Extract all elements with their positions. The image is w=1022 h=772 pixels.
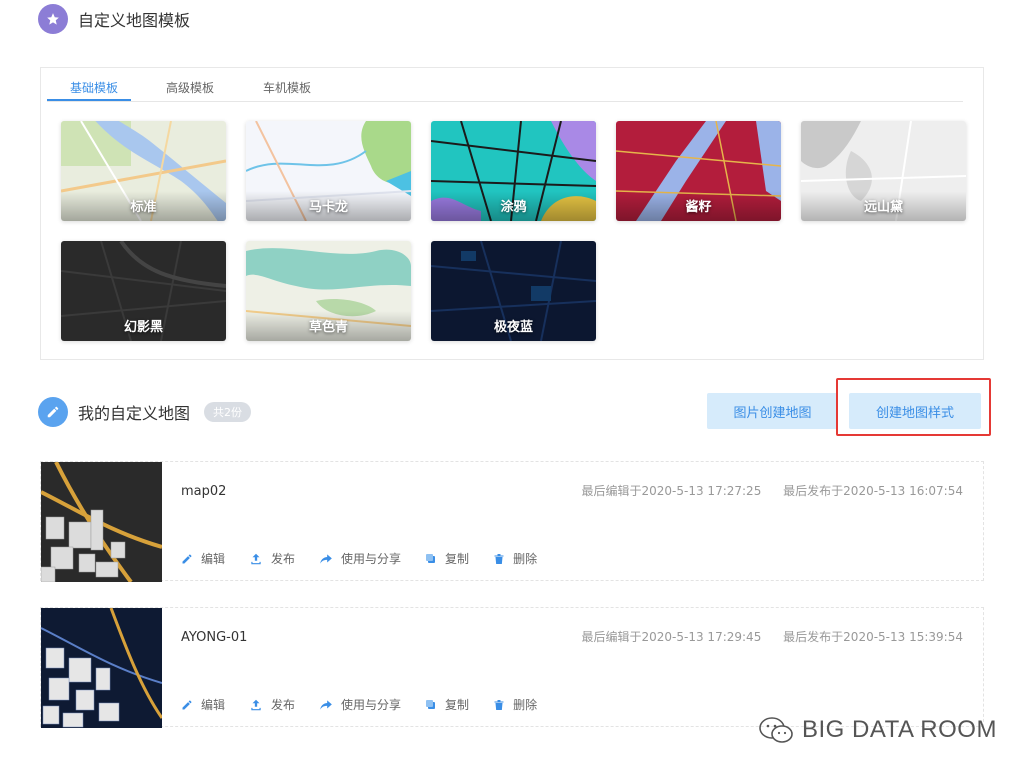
action-label: 发布 <box>271 698 296 712</box>
publish-button[interactable]: 发布 <box>249 550 295 567</box>
star-icon <box>38 4 68 34</box>
template-tabs: 基础模板 高级模板 车机模板 <box>47 68 963 102</box>
pencil-icon <box>182 554 192 563</box>
tab-advanced[interactable]: 高级模板 <box>166 79 214 96</box>
template-macaron[interactable]: 马卡龙 <box>246 121 411 221</box>
map-name[interactable]: AYONG-01 <box>181 630 247 645</box>
template-label: 远山黛 <box>863 200 903 215</box>
templates-panel: 基础模板 高级模板 车机模板 标准 马卡龙 涂鸦 酱籽 远山黛 幻影黑 草色青 … <box>40 67 984 360</box>
template-label: 酱籽 <box>685 200 712 215</box>
upload-icon <box>251 699 261 710</box>
last-edit-time: 最后编辑于2020-5-13 17:27:25 <box>581 484 762 498</box>
tab-car[interactable]: 车机模板 <box>263 79 311 96</box>
template-label: 涂鸦 <box>500 200 527 215</box>
template-polar-night-blue[interactable]: 极夜蓝 <box>431 241 596 341</box>
template-label: 标准 <box>130 200 157 215</box>
template-label: 草色青 <box>308 320 348 335</box>
map-actions: 编辑 发布 使用与分享 复制 删除 <box>181 696 561 713</box>
template-graffiti[interactable]: 涂鸦 <box>431 121 596 221</box>
watermark-text: BIG DATA ROOM <box>802 716 997 743</box>
tab-basic[interactable]: 基础模板 <box>70 79 118 96</box>
wechat-icon <box>759 717 793 743</box>
trash-icon <box>494 699 504 710</box>
action-label: 编辑 <box>201 552 226 566</box>
action-label: 使用与分享 <box>341 698 402 712</box>
copy-button[interactable]: 复制 <box>425 696 469 713</box>
delete-button[interactable]: 删除 <box>493 550 537 567</box>
active-tab-indicator <box>47 99 131 101</box>
my-maps-header: 我的自定义地图 共2份 <box>38 397 252 427</box>
copy-icon <box>426 699 436 709</box>
last-publish-time: 最后发布于2020-5-13 16:07:54 <box>783 484 963 498</box>
my-maps-title: 我的自定义地图 <box>78 404 191 423</box>
publish-button[interactable]: 发布 <box>249 696 295 713</box>
edit-button[interactable]: 编辑 <box>181 550 225 567</box>
trash-icon <box>494 553 504 564</box>
map-meta: 最后编辑于2020-5-13 17:27:25 最后发布于2020-5-13 1… <box>582 482 963 499</box>
use-and-share-button[interactable]: 使用与分享 <box>319 550 401 567</box>
pencil-icon <box>182 700 192 709</box>
template-grass-green[interactable]: 草色青 <box>246 241 411 341</box>
template-far-mountain[interactable]: 远山黛 <box>801 121 966 221</box>
template-phantom-black[interactable]: 幻影黑 <box>61 241 226 341</box>
action-label: 删除 <box>513 552 538 566</box>
map-card: map02 最后编辑于2020-5-13 17:27:25 最后发布于2020-… <box>40 461 984 582</box>
map-meta: 最后编辑于2020-5-13 17:29:45 最后发布于2020-5-13 1… <box>582 628 963 645</box>
template-standard[interactable]: 标准 <box>61 121 226 221</box>
image-create-map-button[interactable]: 图片创建地图 <box>707 393 838 429</box>
use-and-share-button[interactable]: 使用与分享 <box>319 696 401 713</box>
template-label: 极夜蓝 <box>493 320 533 335</box>
pencil-icon <box>38 397 68 427</box>
share-icon <box>320 699 332 710</box>
action-label: 编辑 <box>201 698 226 712</box>
upload-icon <box>251 553 261 564</box>
templates-title: 自定义地图模板 <box>78 11 191 30</box>
action-label: 发布 <box>271 552 296 566</box>
templates-header: 自定义地图模板 <box>38 4 190 34</box>
map-card: AYONG-01 最后编辑于2020-5-13 17:29:45 最后发布于20… <box>40 607 984 728</box>
action-label: 使用与分享 <box>341 552 402 566</box>
delete-button[interactable]: 删除 <box>493 696 537 713</box>
highlight-box <box>836 378 991 436</box>
map-count-badge: 共2份 <box>204 402 252 422</box>
copy-button[interactable]: 复制 <box>425 550 469 567</box>
last-edit-time: 最后编辑于2020-5-13 17:29:45 <box>581 630 762 644</box>
map-thumbnail[interactable] <box>41 608 162 728</box>
map-thumbnail[interactable] <box>41 462 162 582</box>
last-publish-time: 最后发布于2020-5-13 15:39:54 <box>783 630 963 644</box>
map-actions: 编辑 发布 使用与分享 复制 删除 <box>181 550 561 567</box>
watermark: BIG DATA ROOM <box>758 716 997 744</box>
action-label: 复制 <box>445 552 470 566</box>
map-name[interactable]: map02 <box>181 484 226 499</box>
copy-icon <box>426 553 436 563</box>
edit-button[interactable]: 编辑 <box>181 696 225 713</box>
share-icon <box>320 553 332 564</box>
template-sauce[interactable]: 酱籽 <box>616 121 781 221</box>
template-label: 马卡龙 <box>308 200 348 215</box>
action-label: 删除 <box>513 698 538 712</box>
action-label: 复制 <box>445 698 470 712</box>
template-label: 幻影黑 <box>123 320 163 335</box>
